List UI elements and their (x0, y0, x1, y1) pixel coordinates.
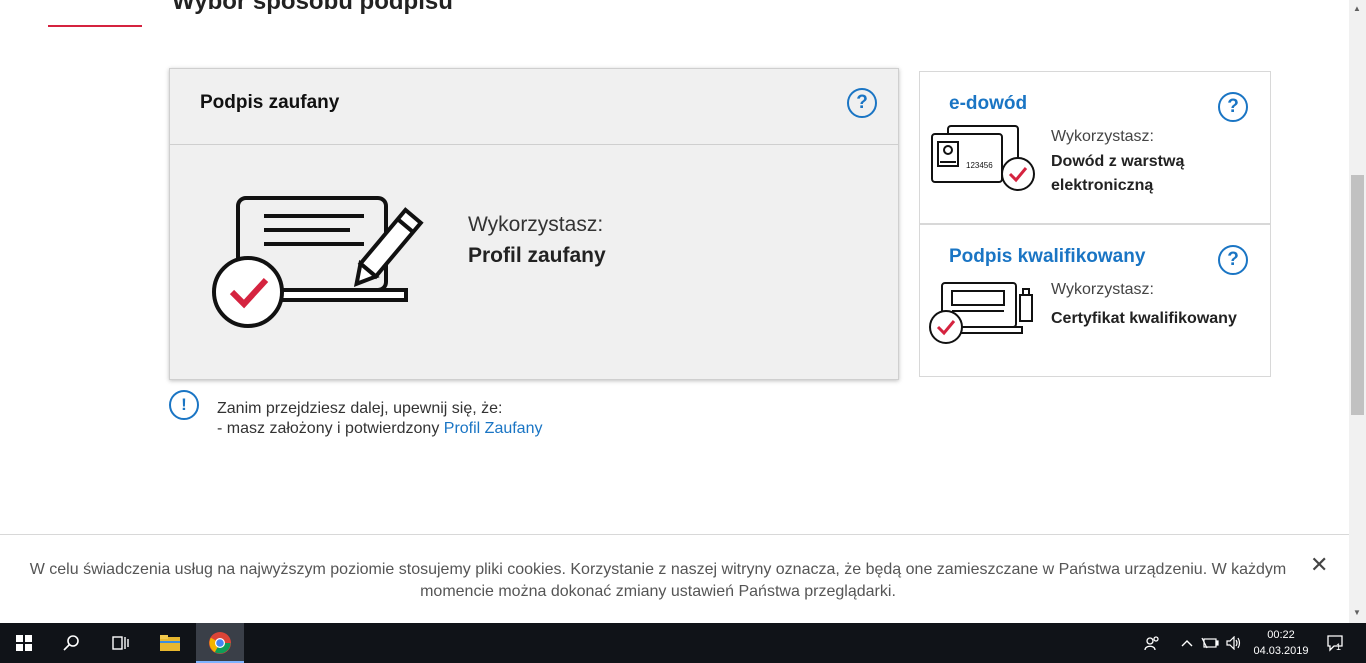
signature-option-qualified[interactable]: Podpis kwalifikowany ? Wykorzystasz: Cer… (919, 224, 1271, 377)
help-icon[interactable]: ? (1218, 245, 1248, 275)
clock-date: 04.03.2019 (1253, 645, 1309, 657)
chrome-icon[interactable] (196, 623, 244, 663)
use-label: Wykorzystasz: (1051, 128, 1154, 145)
trusted-profile-link[interactable]: Profil Zaufany (444, 420, 543, 437)
info-note: Zanim przejdziesz dalej, upewnij się, że… (217, 399, 542, 439)
option-title[interactable]: e-dowód (949, 93, 1027, 115)
close-icon[interactable]: ✕ (1310, 552, 1328, 578)
info-line-2-text: - masz założony i potwierdzony (217, 420, 444, 437)
notification-count: 1 (1336, 642, 1342, 652)
task-view-icon[interactable] (96, 623, 144, 663)
cookie-text: W celu świadczenia usług na najwyższym p… (29, 561, 1287, 600)
scroll-up-arrow-icon[interactable]: ▲ (1353, 4, 1361, 13)
notification-center-icon[interactable]: 1 (1322, 623, 1350, 663)
page-scrollbar[interactable]: ▲ ▼ (1349, 0, 1366, 623)
help-icon[interactable]: ? (1218, 92, 1248, 122)
taskbar: 00:22 04.03.2019 1 (0, 623, 1366, 663)
scroll-down-arrow-icon[interactable]: ▼ (1353, 608, 1361, 617)
use-label: Wykorzystasz: (1051, 281, 1154, 298)
info-line-1: Zanim przejdziesz dalej, upewnij się, że… (217, 400, 503, 417)
id-card-number: 123456 (966, 161, 993, 170)
laptop-signature-illustration (210, 194, 430, 339)
system-clock[interactable]: 00:22 04.03.2019 (1244, 627, 1318, 659)
file-explorer-icon[interactable] (146, 623, 194, 663)
use-value: Certyfikat kwalifikowany (1051, 310, 1237, 327)
use-label: Wykorzystasz: (468, 213, 604, 236)
card-title: Podpis zaufany (200, 92, 340, 113)
search-icon[interactable] (48, 623, 96, 663)
signature-option-e-id[interactable]: e-dowód ? 123456 Wykorzystasz: Dowód z w… (919, 71, 1271, 224)
card-header: Podpis zaufany ? (170, 69, 898, 145)
option-title[interactable]: Podpis kwalifikowany (949, 246, 1145, 268)
laptop-usb-key-illustration (926, 277, 1038, 354)
title-accent-line (48, 25, 142, 27)
info-line-2: - masz założony i potwierdzony Profil Za… (217, 419, 542, 439)
browser-page: Wybór sposobu podpisu Podpis zaufany ? W… (0, 0, 1349, 623)
signature-option-trusted-profile[interactable]: Podpis zaufany ? Wykorzystasz: Profil za… (169, 68, 899, 380)
volume-icon[interactable] (1224, 623, 1244, 663)
people-icon[interactable] (1140, 623, 1164, 663)
id-card-illustration: 123456 (926, 124, 1038, 201)
battery-icon[interactable] (1200, 623, 1220, 663)
info-icon: ! (169, 390, 199, 420)
scrollbar-thumb[interactable] (1351, 175, 1364, 415)
page-title: Wybór sposobu podpisu (172, 0, 453, 15)
windows-start-icon[interactable] (0, 623, 48, 663)
use-value: Dowód z warstwą elektroniczną (1051, 153, 1185, 194)
cookie-banner: W celu świadczenia usług na najwyższym p… (0, 534, 1349, 623)
help-icon[interactable]: ? (847, 88, 877, 118)
clock-time: 00:22 (1267, 629, 1295, 641)
use-value: Profil zaufany (468, 244, 606, 267)
show-hidden-icons-chevron-icon[interactable] (1178, 623, 1196, 663)
